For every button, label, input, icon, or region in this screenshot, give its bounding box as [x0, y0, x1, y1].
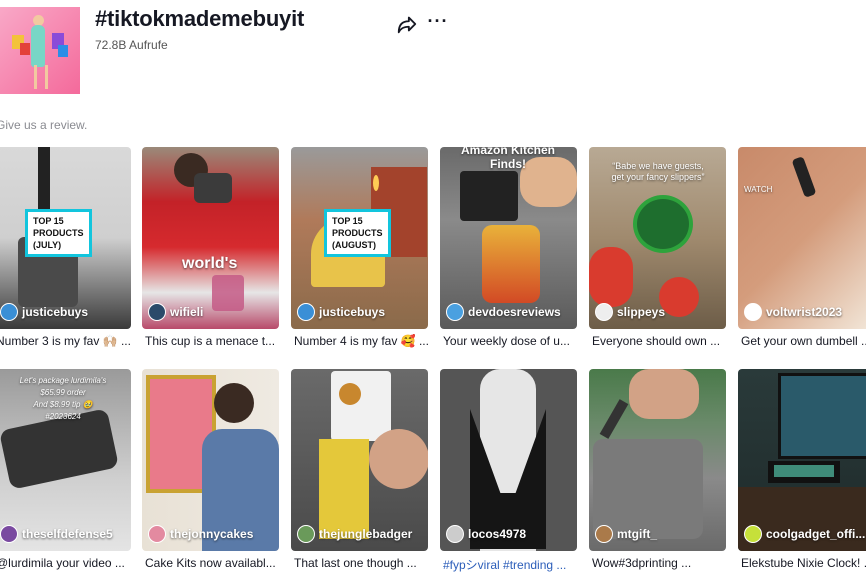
video-overlay-text: Amazon Kitchen Finds! [460, 147, 555, 171]
video-card[interactable]: Let's package lurdimila's $65.99 order And… [0, 369, 131, 551]
video-caption[interactable]: Number 3 is my fav 🙌🏼 ... [0, 334, 131, 348]
video-card[interactable]: coolgadget_offi... [738, 369, 866, 551]
video-username: wifieli [170, 305, 204, 319]
page-title: #tiktokmademebuyit [95, 6, 305, 31]
video-username: justicebuys [22, 305, 89, 319]
avatar [744, 525, 762, 543]
video-card[interactable]: TOP 15 PRODUCTS (JULY) justicebuys [0, 147, 131, 329]
more-dots-icon[interactable]: ··· [427, 10, 449, 32]
video-card[interactable]: “Babe we have guests, get your fancy slip… [589, 147, 726, 329]
avatar [446, 303, 464, 321]
video-caption[interactable]: @lurdimila your video ... [0, 556, 131, 570]
video-username: coolgadget_offi... [766, 527, 866, 541]
video-overlay-text: world's [182, 255, 238, 272]
video-card[interactable]: thejunglebadger [291, 369, 428, 551]
video-caption[interactable]: Everyone should own ... [592, 334, 727, 348]
video-card[interactable]: Amazon Kitchen Finds! devdoesreviews [440, 147, 577, 329]
video-overlay-text: Let's package lurdimila's $65.99 order And… [19, 376, 107, 421]
video-card[interactable]: mtgift_ [589, 369, 726, 551]
video-username: voltwrist2023 [766, 305, 843, 319]
avatar [297, 525, 315, 543]
video-username: theselfdefense5 [22, 527, 113, 541]
video-card[interactable]: locos4978 [440, 369, 577, 551]
video-caption[interactable]: Elekstube Nixie Clock! ... [741, 556, 866, 570]
video-overlay-badge: TOP 15 PRODUCTS (JULY) [25, 209, 92, 257]
video-card[interactable]: world's wifieli [142, 147, 279, 329]
video-caption[interactable]: Cake Kits now availabl... [145, 556, 280, 570]
video-overlay-text: “Babe we have guests, get your fancy slip… [611, 161, 705, 182]
video-caption[interactable]: That last one though ... [294, 556, 429, 570]
avatar [595, 303, 613, 321]
video-caption[interactable]: Get your own dumbell ... [741, 334, 866, 348]
video-username: devdoesreviews [468, 305, 561, 319]
video-username: justicebuys [319, 305, 386, 319]
video-card[interactable]: thejonnycakes [142, 369, 279, 551]
video-overlay-text: WATCH [744, 185, 773, 194]
video-caption[interactable]: #fypシviral #trending ... [443, 556, 578, 573]
avatar [0, 303, 18, 321]
avatar [148, 303, 166, 321]
video-caption[interactable]: Number 4 is my fav 🥰 ... [294, 334, 429, 348]
video-overlay-badge: TOP 15 PRODUCTS (AUGUST) [324, 209, 391, 257]
video-caption[interactable]: This cup is a menace t... [145, 334, 280, 348]
video-username: locos4978 [468, 527, 527, 541]
video-card[interactable]: TOP 15 PRODUCTS (AUGUST) justicebuys [291, 147, 428, 329]
video-caption[interactable]: Your weekly dose of u... [443, 334, 578, 348]
video-caption[interactable]: Wow#3dprinting ... [592, 556, 727, 570]
avatar [148, 525, 166, 543]
avatar [446, 525, 464, 543]
video-username: mtgift_ [617, 527, 657, 541]
avatar [744, 303, 762, 321]
review-link[interactable]: Give us a review. [0, 118, 87, 132]
video-username: thejonnycakes [170, 527, 254, 541]
avatar [0, 525, 18, 543]
video-username: slippeys [617, 305, 666, 319]
avatar [297, 303, 315, 321]
avatar [595, 525, 613, 543]
video-card[interactable]: WATCH voltwrist2023 [738, 147, 866, 329]
hashtag-cover-image [0, 7, 80, 94]
view-count: 72.8B Aufrufe [95, 38, 168, 52]
video-username: thejunglebadger [319, 527, 413, 541]
share-icon[interactable] [396, 13, 418, 35]
